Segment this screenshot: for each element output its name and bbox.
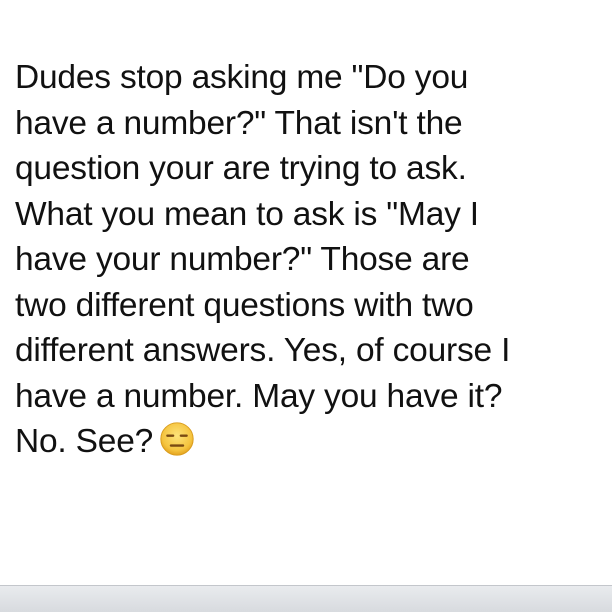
note-line-text: No. See? bbox=[15, 423, 154, 460]
note-line: Dudes stop asking me "Do you bbox=[15, 59, 469, 96]
note-line: have a number. May you have it? bbox=[15, 377, 503, 415]
bottom-toolbar bbox=[0, 585, 612, 612]
note-line: What you mean to ask is "May I bbox=[15, 195, 479, 233]
expressionless-face-icon bbox=[160, 422, 194, 456]
note-text[interactable]: Dudes stop asking me "Do you have a numb… bbox=[15, 55, 607, 465]
note-line: have a number?" That isn't the bbox=[15, 104, 463, 142]
note-line: have your number?" Those are bbox=[15, 241, 470, 278]
note-line: different answers. Yes, of course I bbox=[15, 332, 511, 369]
note-line: two different questions with two bbox=[15, 286, 474, 324]
notes-screen: Dudes stop asking me "Do you have a numb… bbox=[0, 0, 612, 612]
note-line: question your are trying to ask. bbox=[15, 150, 467, 187]
note-last-line: No. See? bbox=[15, 419, 607, 465]
